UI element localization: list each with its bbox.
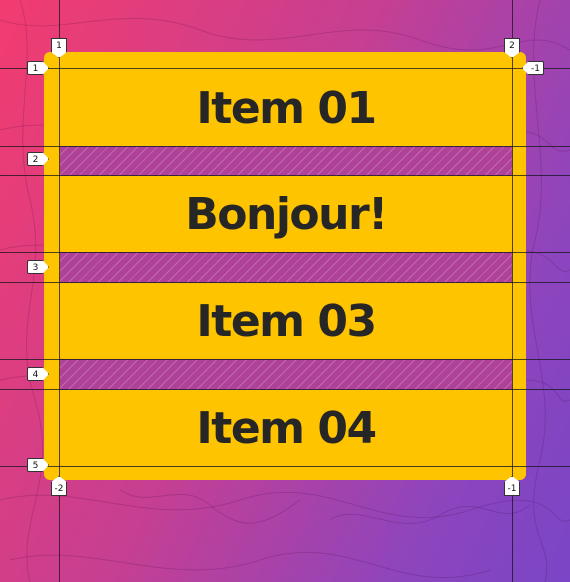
grid-item-label: Bonjour! [185,188,388,240]
grid-item-label: Item 03 [196,295,377,347]
canvas: Item 01 Bonjour! Item 03 Item 04 1 2 3 4… [0,0,570,582]
grid-line-row-gap-end [0,389,570,390]
grid-item-1[interactable]: Item 01 [60,70,512,146]
grid-item-2[interactable]: Bonjour! [60,176,512,252]
row-gap [60,359,512,390]
row-gap [60,252,512,283]
grid-line-row-4 [0,359,570,360]
grid-line-row-gap-end [0,146,570,147]
grid-item-4[interactable]: Item 04 [60,390,512,466]
grid-line-row-gap-end [0,252,570,253]
grid-line-row-3 [0,282,570,283]
grid-line-row-5 [0,466,570,467]
grid-line-row-2 [0,175,570,176]
row-gap [60,146,512,176]
grid-item-label: Item 04 [196,402,377,454]
grid-item-label: Item 01 [196,82,377,134]
grid-line-row-1 [0,68,570,69]
grid-item-3[interactable]: Item 03 [60,283,512,359]
